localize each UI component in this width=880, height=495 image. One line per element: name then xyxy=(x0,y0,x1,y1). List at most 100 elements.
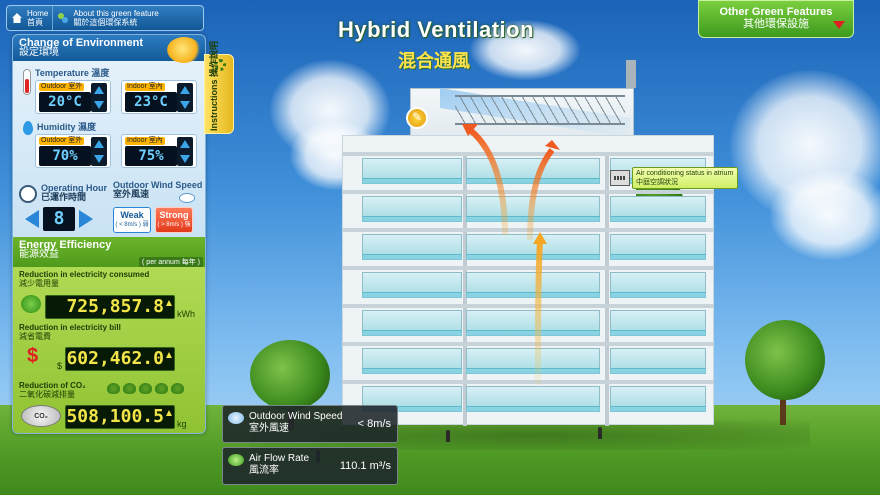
humidity-label: Humidity 濕度 xyxy=(37,123,96,132)
airflow-readout-title: Air Flow Rate 風流率 xyxy=(249,453,309,477)
airflow-readout: Air Flow Rate 風流率 110.1 m³/s xyxy=(222,447,398,485)
outdoor-temperature-value: 20°C xyxy=(39,92,91,112)
outdoor-temperature-control: Outdoor 室外 20°C xyxy=(35,80,111,114)
operating-hour-label: Operating Hour 已運作時間 xyxy=(41,184,107,202)
wind-strong-label: Strong xyxy=(159,210,189,220)
cloud-wind-icon xyxy=(228,412,244,424)
rising-air-arrow xyxy=(535,239,543,386)
outdoor-caption: Outdoor 室外 xyxy=(39,137,85,145)
operating-hour-value: 8 xyxy=(43,207,75,231)
warm-air-arrow-right xyxy=(527,148,555,241)
wind-speed-readout-value: < 8m/s xyxy=(357,418,391,430)
electricity-consumed-value: 725,857.8 xyxy=(45,295,175,319)
outdoor-temperature-stepper xyxy=(91,83,107,112)
indoor-caption: Indoor 室內 xyxy=(125,137,165,145)
page-title-zh: 混合通風 xyxy=(398,51,470,71)
warm-air-arrow-left xyxy=(468,127,508,236)
other-features-zh: 其他環保設施 xyxy=(743,18,809,30)
person-figure xyxy=(598,427,602,439)
wind-weak-sub: ( < 8m/s ) 弱 xyxy=(115,222,149,228)
airflow-readout-value: 110.1 m³/s xyxy=(339,460,391,472)
wind-strong-sub: ( > 8m/s ) 強 xyxy=(157,222,191,228)
outdoor-humidity-stepper xyxy=(91,137,107,166)
indoor-temperature-stepper xyxy=(177,83,193,112)
cloud-wind-icon xyxy=(179,193,195,203)
electricity-consumed-label-zh: 減少電用量 xyxy=(19,279,59,288)
operating-hour-label-zh: 已運作時間 xyxy=(41,192,87,202)
wind-speed-readout-title: Outdoor Wind Speed 室外風速 xyxy=(249,411,342,435)
increase-indicator-icon xyxy=(166,352,172,358)
hour-increase-button[interactable] xyxy=(79,210,93,228)
control-panel: Change of Environment 設定環境 Temperature 溫… xyxy=(12,34,206,434)
instructions-label-en: Instructions xyxy=(209,79,219,131)
dollar-icon: $ xyxy=(27,345,39,367)
page-title: Hybrid Ventilation xyxy=(338,17,535,42)
wind-weak-button[interactable]: Weak ( < 8m/s ) 弱 xyxy=(113,207,151,233)
temperature-label-en: Temperature xyxy=(35,68,89,78)
co2-label-en: Reduction of CO₂ xyxy=(19,381,86,390)
instructions-label-zh: 操作說明 xyxy=(209,40,219,77)
other-features-dropdown[interactable]: Other Green Features 其他環保設施 xyxy=(698,0,854,38)
tree-icon xyxy=(139,383,152,394)
co2-number: 508,100.5 xyxy=(66,406,164,427)
home-label-zh: 首頁 xyxy=(27,18,43,27)
wind-speed-readout-zh: 室外風速 xyxy=(249,423,289,434)
indoor-humidity-stepper xyxy=(177,137,193,166)
decrease-button[interactable] xyxy=(180,101,190,109)
decrease-button[interactable] xyxy=(94,155,104,163)
droplet-icon xyxy=(23,121,33,135)
outdoor-caption: Outdoor 室外 xyxy=(39,83,85,91)
tree-icon xyxy=(155,383,168,394)
rising-air-arrowhead xyxy=(533,232,547,244)
electricity-bill-unit: $ xyxy=(57,361,63,371)
co2-unit: kg xyxy=(177,419,187,429)
clock-icon xyxy=(19,185,37,203)
per-annum-badge: ( per annum 每年 ) xyxy=(139,257,203,267)
instructions-tab[interactable]: Instructions 操作說明 xyxy=(204,41,234,134)
warm-air-arrowhead-right xyxy=(545,140,560,150)
airflow-readout-en: Air Flow Rate xyxy=(249,453,310,464)
electricity-bill-number: 602,462.0 xyxy=(66,348,164,369)
increase-indicator-icon xyxy=(166,410,172,416)
increase-button[interactable] xyxy=(94,140,104,148)
top-navigation: Home 首頁 About this green feature 關於這個環保系… xyxy=(6,5,204,31)
indoor-temperature-value: 23°C xyxy=(125,92,177,112)
home-label-en: Home xyxy=(27,9,49,18)
airflow-icon xyxy=(228,454,244,466)
increase-button[interactable] xyxy=(94,86,104,94)
indoor-caption: Indoor 室內 xyxy=(125,83,165,91)
wind-speed-readout: Outdoor Wind Speed 室外風速 < 8m/s xyxy=(222,405,398,443)
about-button[interactable]: About this green feature 關於這個環保系統 xyxy=(52,6,162,30)
dropdown-arrow-icon xyxy=(833,21,845,29)
outdoor-humidity-value: 70% xyxy=(39,146,91,166)
wind-speed-readout-en: Outdoor Wind Speed xyxy=(249,411,343,422)
co2-icon: CO₂ xyxy=(21,405,61,427)
electricity-consumed-unit: kWh xyxy=(177,309,195,319)
decrease-button[interactable] xyxy=(180,155,190,163)
person-figure xyxy=(446,430,450,442)
home-icon xyxy=(11,12,23,24)
electricity-bill-label: Reduction in electricity bill 減省電費 xyxy=(19,323,121,341)
electricity-bill-value: 602,462.0 xyxy=(65,347,175,371)
other-features-en: Other Green Features xyxy=(719,6,833,18)
indoor-humidity-control: Indoor 室內 75% xyxy=(121,134,197,168)
tree-icon xyxy=(171,383,184,394)
about-label-zh: 關於這個環保系統 xyxy=(73,18,138,27)
wind-strong-button[interactable]: Strong ( > 8m/s ) 強 xyxy=(155,207,193,233)
increase-button[interactable] xyxy=(180,86,190,94)
about-label-en: About this green feature xyxy=(73,9,159,18)
increase-button[interactable] xyxy=(180,140,190,148)
indoor-humidity-value: 75% xyxy=(125,146,177,166)
operating-hour-control: 8 xyxy=(23,207,95,231)
info-icon xyxy=(57,12,69,24)
airflow-readout-zh: 風流率 xyxy=(249,465,279,476)
tree-icon xyxy=(107,383,120,394)
hour-decrease-button[interactable] xyxy=(25,210,39,228)
home-button[interactable]: Home 首頁 xyxy=(7,6,52,30)
electricity-bill-label-zh: 減省電費 xyxy=(19,332,51,341)
electricity-consumed-number: 725,857.8 xyxy=(66,296,164,317)
sun-icon xyxy=(167,37,201,63)
decrease-button[interactable] xyxy=(94,101,104,109)
increase-indicator-icon xyxy=(166,300,172,306)
co2-label: Reduction of CO₂ 二氧化碳減排量 xyxy=(19,381,86,399)
